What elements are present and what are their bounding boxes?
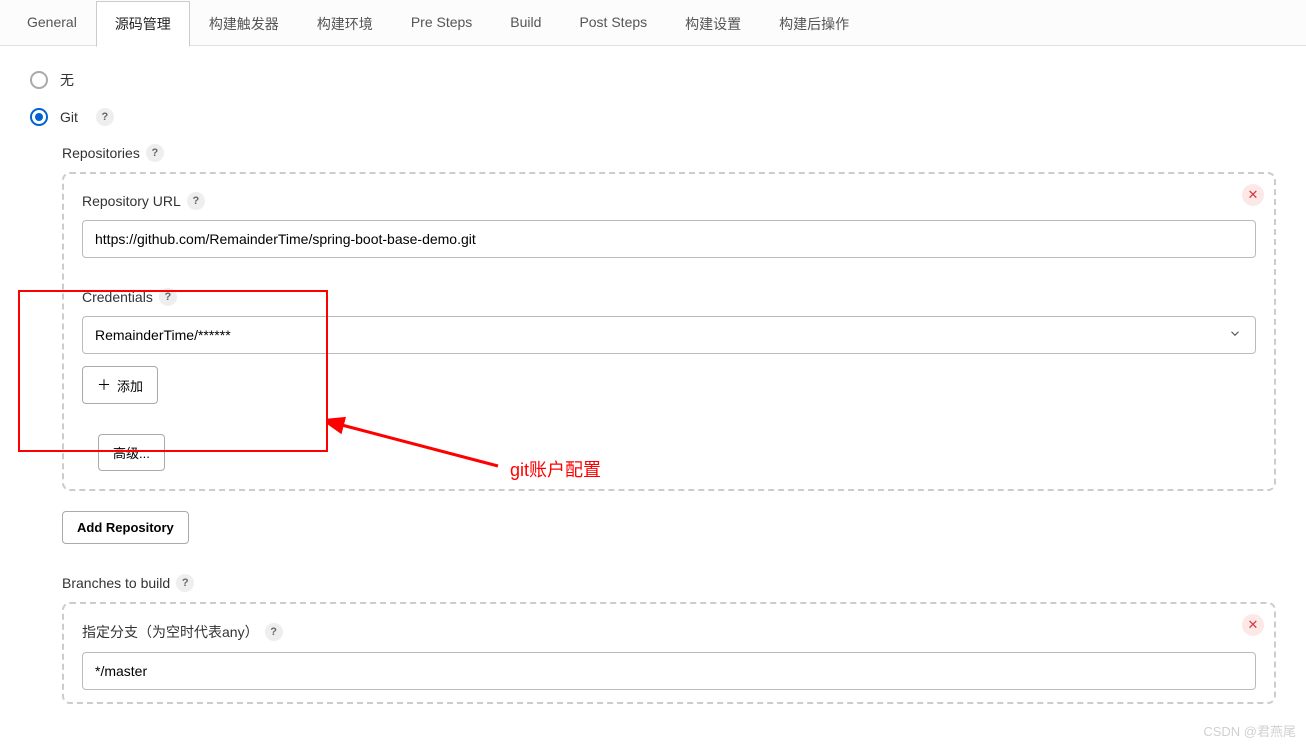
help-icon[interactable]: ? xyxy=(96,108,114,126)
repositories-box: ✕ Repository URL ? Credentials ? Remaind… xyxy=(62,172,1276,491)
repo-url-label: Repository URL ? xyxy=(82,192,1256,210)
close-icon[interactable]: ✕ xyxy=(1242,184,1264,206)
help-icon[interactable]: ? xyxy=(265,623,283,641)
tab-post-build[interactable]: 构建后操作 xyxy=(760,1,868,47)
scm-none-option[interactable]: 无 xyxy=(30,70,1276,90)
repositories-label: Repositories ? xyxy=(62,144,1276,162)
scm-none-label: 无 xyxy=(60,70,74,90)
scm-git-label: Git xyxy=(60,109,78,125)
scm-git-option[interactable]: Git ? xyxy=(30,108,1276,126)
add-repository-button[interactable]: Add Repository xyxy=(62,511,189,544)
repo-url-input[interactable] xyxy=(82,220,1256,258)
close-icon[interactable]: ✕ xyxy=(1242,614,1264,636)
branches-label: Branches to build ? xyxy=(62,574,1276,592)
credentials-label: Credentials ? xyxy=(82,288,1256,306)
credentials-select[interactable]: RemainderTime/****** xyxy=(82,316,1256,354)
help-icon[interactable]: ? xyxy=(159,288,177,306)
branch-specifier-label: 指定分支（为空时代表any） ? xyxy=(82,622,1256,642)
tab-environment[interactable]: 构建环境 xyxy=(298,1,392,47)
tab-pre-steps[interactable]: Pre Steps xyxy=(392,1,491,47)
add-credentials-button[interactable]: ＋ 添加 xyxy=(82,366,158,404)
branches-box: ✕ 指定分支（为空时代表any） ? xyxy=(62,602,1276,704)
config-tabs: General 源码管理 构建触发器 构建环境 Pre Steps Build … xyxy=(0,0,1306,46)
tab-general[interactable]: General xyxy=(8,1,96,47)
watermark: CSDN @君燕尾 xyxy=(1203,721,1296,740)
tab-scm[interactable]: 源码管理 xyxy=(96,1,190,47)
tab-build-settings[interactable]: 构建设置 xyxy=(666,1,760,47)
plus-icon: ＋ xyxy=(97,375,111,395)
branch-specifier-input[interactable] xyxy=(82,652,1256,690)
radio-git[interactable] xyxy=(30,108,48,126)
tab-post-steps[interactable]: Post Steps xyxy=(560,1,666,47)
help-icon[interactable]: ? xyxy=(146,144,164,162)
help-icon[interactable]: ? xyxy=(187,192,205,210)
tab-triggers[interactable]: 构建触发器 xyxy=(190,1,298,47)
radio-none[interactable] xyxy=(30,71,48,89)
help-icon[interactable]: ? xyxy=(176,574,194,592)
advanced-button[interactable]: 高级... xyxy=(98,434,165,471)
tab-build[interactable]: Build xyxy=(491,1,560,47)
